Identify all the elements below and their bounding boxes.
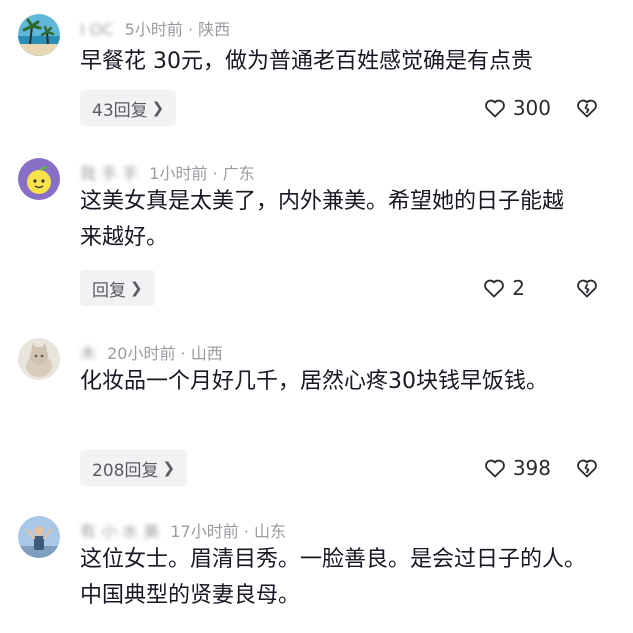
comment-meta: 木 20小时前 · 山西 xyxy=(80,340,223,364)
dislike-button[interactable] xyxy=(575,96,599,120)
avatar-person-image xyxy=(18,516,60,558)
chevron-right-icon: ❯ xyxy=(162,459,176,477)
timestamp-location: 5小时前 · 陕西 xyxy=(124,20,231,39)
comment-text: 这位女士。眉清目秀。一脸善良。是会过日子的人。中国典型的贤妻良母。 xyxy=(80,547,587,608)
avatar-cat-image xyxy=(18,338,60,380)
view-replies-button[interactable]: 208回复 ❯ xyxy=(80,450,188,486)
timestamp-location: 20小时前 · 山西 xyxy=(107,344,223,363)
view-replies-button[interactable]: 回复 ❯ xyxy=(80,270,155,306)
like-count: 398 xyxy=(512,456,551,480)
like-button[interactable]: 300 xyxy=(483,96,551,120)
like-count: 300 xyxy=(512,96,551,120)
username[interactable]: 我 手 手 xyxy=(80,164,138,183)
username[interactable]: 有 小 水 美 xyxy=(80,522,159,541)
comment-text: 这美女真是太美了，内外兼美。希望她的日子能越来越好。 xyxy=(80,189,565,250)
heart-outline-icon xyxy=(482,276,506,300)
avatar[interactable] xyxy=(18,516,60,558)
heart-outline-icon xyxy=(483,456,507,480)
timestamp-location: 17小时前 · 山东 xyxy=(170,522,286,541)
timestamp-location: 1小时前 · 广东 xyxy=(149,164,255,183)
chevron-right-icon: ❯ xyxy=(151,99,165,117)
reply-label: 208回复 xyxy=(92,460,159,481)
like-button[interactable]: 2 xyxy=(482,276,525,300)
view-replies-button[interactable]: 43回复 ❯ xyxy=(80,90,177,126)
chevron-right-icon: ❯ xyxy=(130,279,143,297)
username[interactable]: I OC xyxy=(80,20,114,39)
avatar[interactable] xyxy=(18,158,60,200)
broken-heart-icon xyxy=(575,96,599,120)
heart-outline-icon xyxy=(483,96,507,120)
avatar-beach-image xyxy=(18,14,60,56)
comment-meta: 我 手 手 1小时前 · 广东 xyxy=(80,160,255,184)
comment-text: 早餐花 30元，做为普通老百姓感觉确是有点贵 xyxy=(80,49,533,74)
avatar[interactable] xyxy=(18,338,60,380)
like-button[interactable]: 398 xyxy=(483,456,551,480)
dislike-button[interactable] xyxy=(575,456,599,480)
reply-label: 43回复 xyxy=(92,100,148,121)
comment-meta: 有 小 水 美 17小时前 · 山东 xyxy=(80,518,286,542)
avatar-lemon-image xyxy=(18,158,60,200)
comment-text: 化妆品一个月好几千，居然心疼30块钱早饭钱。 xyxy=(80,369,548,394)
like-count: 2 xyxy=(512,276,525,300)
username[interactable]: 木 xyxy=(80,344,101,363)
reply-label: 回复 xyxy=(92,280,126,301)
avatar[interactable] xyxy=(18,14,60,56)
broken-heart-icon xyxy=(575,276,599,300)
broken-heart-icon xyxy=(575,456,599,480)
dislike-button[interactable] xyxy=(575,276,599,300)
comment-meta: I OC 5小时前 · 陕西 xyxy=(80,16,230,40)
